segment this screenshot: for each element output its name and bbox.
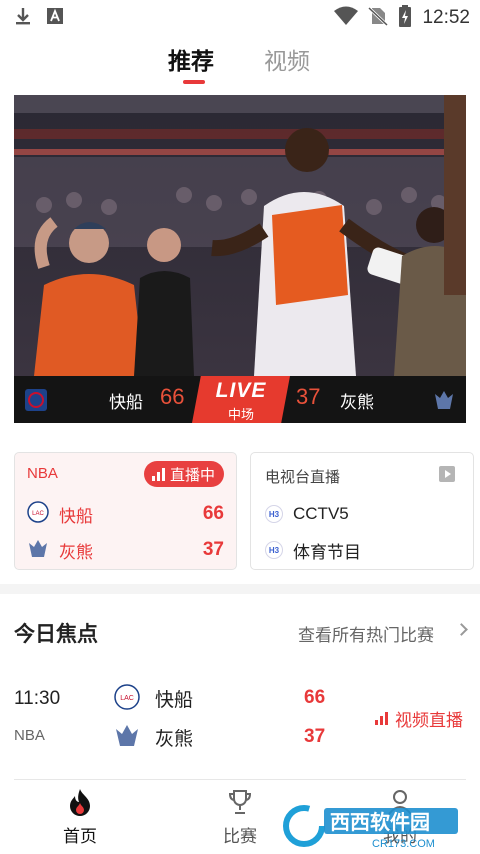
team-row: LAC 快船 66 (27, 501, 224, 527)
tv-broadcast-card[interactable]: 电视台直播 H3 CCTV5 H3 体育节目 (250, 452, 474, 570)
channel-item[interactable]: H3 体育节目 (265, 537, 361, 563)
top-tabs: 推荐 视频 (0, 40, 480, 86)
channel-item[interactable]: H3 CCTV5 (265, 501, 349, 527)
status-bar: 12:52 (0, 0, 480, 34)
live-label: LIVE (215, 379, 267, 402)
team-row: 灰熊 37 (27, 537, 224, 563)
section-title: 今日焦点 (14, 622, 98, 646)
tab-video[interactable]: 视频 (264, 42, 310, 76)
team-score: 37 (202, 539, 224, 560)
game-video-frame (14, 95, 466, 376)
match-team-score: 37 (304, 726, 326, 747)
match-team-name: 灰熊 (155, 728, 194, 750)
nav-matches-label: 比赛 (223, 827, 257, 847)
live-indicator: LIVE 中场 (192, 376, 290, 423)
svg-text:LAC: LAC (32, 511, 44, 517)
wifi-icon (334, 6, 359, 30)
away-team-score: 37 (296, 384, 321, 409)
video-live-label: 视频直播 (395, 711, 463, 731)
channel-icon: H3 (265, 541, 283, 559)
tab-recommended[interactable]: 推荐 (168, 42, 214, 76)
hero-video-player[interactable]: 快船 66 LIVE 中场 37 灰熊 (14, 95, 466, 423)
svg-text:CR173.COM: CR173.COM (372, 838, 435, 850)
grizzlies-logo (114, 722, 140, 752)
nav-home-label: 首页 (63, 827, 97, 847)
svg-text:LAC: LAC (120, 695, 134, 702)
grizzlies-logo (27, 537, 49, 563)
live-match-card[interactable]: NBA 直播中 LAC 快船 66 灰熊 37 (14, 452, 237, 570)
font-a-icon (46, 7, 64, 29)
no-sim-icon (368, 6, 389, 30)
active-tab-indicator (183, 80, 205, 84)
clock: 12:52 (422, 7, 470, 28)
live-badge: 直播中 (143, 461, 224, 487)
signal-bars-icon (151, 467, 165, 481)
live-badge-label: 直播中 (169, 465, 215, 484)
match-team-score: 66 (304, 687, 326, 708)
trophy-icon (226, 790, 254, 820)
home-team-score: 66 (160, 384, 185, 409)
score-overlay: 快船 66 LIVE 中场 37 灰熊 (14, 376, 466, 423)
clippers-logo (24, 388, 48, 416)
flame-icon (67, 789, 93, 820)
game-period: 中场 (227, 408, 254, 423)
clippers-logo: LAC (27, 501, 49, 527)
channel-name: 体育节目 (293, 542, 361, 562)
team-name: 快船 (59, 506, 93, 527)
league-label: NBA (27, 465, 58, 482)
tv-card-title: 电视台直播 (265, 468, 341, 486)
section-divider (0, 584, 480, 594)
nav-home[interactable]: 首页 (30, 788, 130, 847)
watermark-logo: 西西软件园 CR173.COM (280, 804, 462, 850)
team-name: 灰熊 (59, 542, 93, 563)
channel-name: CCTV5 (293, 504, 349, 523)
channel-icon: H3 (265, 505, 283, 523)
download-icon (14, 6, 32, 30)
svg-text:西西软件园: 西西软件园 (330, 810, 430, 834)
away-team-name: 灰熊 (340, 393, 374, 413)
nav-divider (14, 779, 466, 780)
view-all-link[interactable]: 查看所有热门比赛 (298, 621, 434, 646)
nav-matches[interactable]: 比赛 (190, 788, 290, 847)
signal-bars-icon (375, 712, 388, 725)
match-league: NBA (14, 727, 45, 744)
match-time: 11:30 (14, 688, 61, 709)
video-live-button[interactable]: 视频直播 (375, 706, 463, 731)
home-team-name: 快船 (109, 393, 143, 413)
chevron-right-icon[interactable] (455, 623, 468, 636)
team-score: 66 (202, 503, 224, 524)
play-icon[interactable] (439, 466, 455, 482)
grizzlies-logo (432, 388, 456, 416)
match-team-name: 快船 (155, 689, 194, 711)
clippers-logo: LAC (114, 684, 140, 714)
battery-charging-icon (398, 5, 412, 31)
